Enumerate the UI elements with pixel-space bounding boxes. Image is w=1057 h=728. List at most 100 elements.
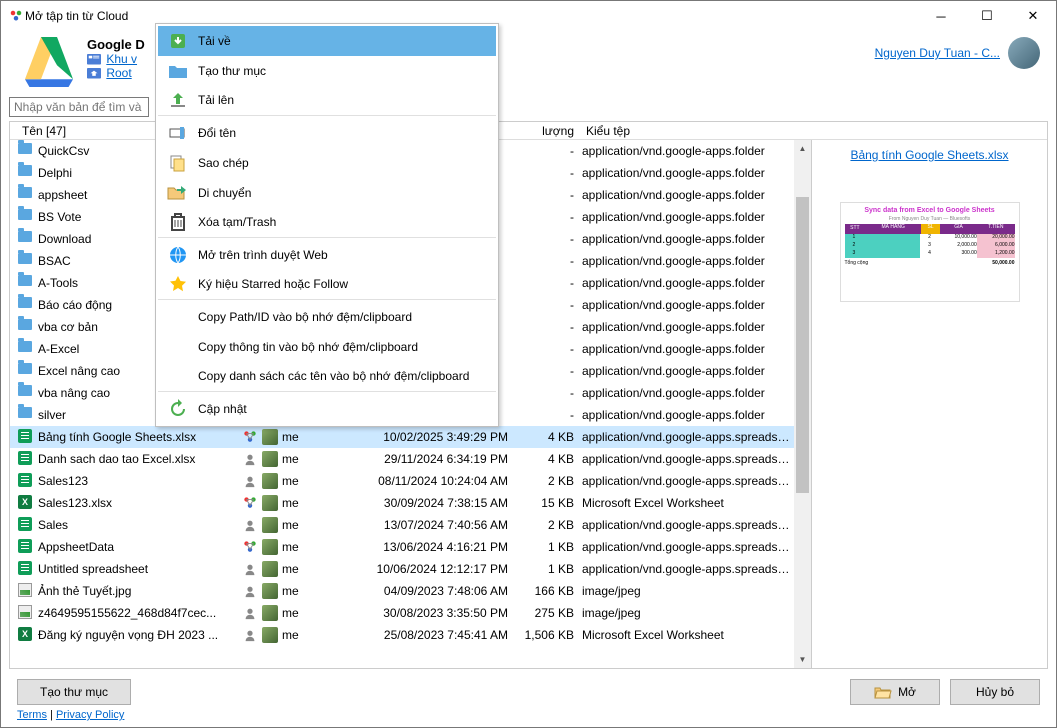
window: Mở tập tin từ Cloud ─ ☐ ✕ Google D Khu v… xyxy=(0,0,1057,728)
file-row[interactable]: z4649595155622_468d84f7cec...me30/08/202… xyxy=(10,602,794,624)
file-owner: me xyxy=(262,495,362,511)
menu-item-label: Copy Path/ID vào bộ nhớ đệm/clipboard xyxy=(198,310,488,324)
open-button-label: Mở xyxy=(898,685,916,699)
context-menu[interactable]: Tải vềTạo thư mục Tải lên Đổi tênSao chép D… xyxy=(155,23,499,427)
file-row[interactable]: Bảng tính Google Sheets.xlsxme10/02/2025… xyxy=(10,426,794,448)
file-name: Đăng ký nguyện vọng ĐH 2023 ... xyxy=(38,628,238,642)
owner-name: me xyxy=(282,496,299,510)
file-modified: 25/08/2023 7:45:41 AM xyxy=(362,628,520,642)
excel-icon: X xyxy=(18,495,34,511)
file-modified: 04/09/2023 7:48:06 AM xyxy=(362,584,520,598)
owner-avatar xyxy=(262,561,278,577)
file-type: application/vnd.google-apps.spreadsheet xyxy=(574,518,794,532)
file-row[interactable]: Salesme13/07/2024 7:40:56 AM2 KBapplicat… xyxy=(10,514,794,536)
root-link[interactable]: Root xyxy=(106,66,131,80)
scroll-thumb[interactable] xyxy=(796,197,809,493)
menu-item-label: Cập nhật xyxy=(198,402,488,416)
minimize-button[interactable]: ─ xyxy=(918,1,964,31)
file-owner: me xyxy=(262,605,362,621)
menu-item-c-p-nh-t[interactable]: Cập nhật xyxy=(158,394,496,424)
col-type[interactable]: Kiểu tệp xyxy=(578,124,1039,138)
folder-open-icon xyxy=(874,685,892,699)
menu-item-label: Di chuyển xyxy=(198,186,488,200)
file-type: application/vnd.google-apps.folder xyxy=(574,210,794,224)
owner-avatar xyxy=(262,451,278,467)
sheet-icon xyxy=(18,517,34,533)
file-name: Untitled spreadsheet xyxy=(38,562,238,576)
privacy-link[interactable]: Privacy Policy xyxy=(56,709,124,721)
file-size: - xyxy=(520,298,574,312)
owner-avatar xyxy=(262,429,278,445)
scrollbar[interactable]: ▲ ▼ xyxy=(794,140,811,668)
sheet-icon xyxy=(18,561,34,577)
menu-item-copy-danh-s-ch-c-c-t[interactable]: Copy danh sách các tên vào bộ nhớ đệm/cl… xyxy=(158,362,496,392)
file-modified: 08/11/2024 10:24:04 AM xyxy=(362,474,520,488)
file-modified: 29/11/2024 6:34:19 PM xyxy=(362,452,520,466)
maximize-button[interactable]: ☐ xyxy=(964,1,1010,31)
file-size: - xyxy=(520,320,574,334)
terms-link[interactable]: Terms xyxy=(17,709,47,721)
menu-item-label: Tải lên xyxy=(198,93,488,107)
menu-item-x-a-t-m-trash[interactable]: Xóa tạm/Trash xyxy=(158,208,496,238)
file-row[interactable]: Ảnh thẻ Tuyết.jpgme04/09/2023 7:48:06 AM… xyxy=(10,580,794,602)
file-row[interactable]: Sales123me08/11/2024 10:24:04 AM2 KBappl… xyxy=(10,470,794,492)
star-icon xyxy=(166,274,190,294)
blank-icon xyxy=(166,337,190,357)
file-size: 4 KB xyxy=(520,430,574,444)
menu-item-t-i-l-n[interactable]: Tải lên xyxy=(158,86,496,116)
scroll-up-button[interactable]: ▲ xyxy=(794,140,811,157)
owner-name: me xyxy=(282,474,299,488)
avatar[interactable] xyxy=(1008,37,1040,69)
file-owner: me xyxy=(262,429,362,445)
col-size[interactable]: lượng xyxy=(524,124,578,138)
file-row[interactable]: XSales123.xlsxme30/09/2024 7:38:15 AM15 … xyxy=(10,492,794,514)
share-icon xyxy=(238,584,262,598)
open-button[interactable]: Mở xyxy=(850,679,940,705)
menu-item-m-tr-n-tr-nh-duy-t-w[interactable]: Mở trên trình duyệt Web xyxy=(158,240,496,270)
share-icon xyxy=(238,496,262,510)
share-icon xyxy=(238,518,262,532)
folder-icon xyxy=(18,385,34,401)
close-button[interactable]: ✕ xyxy=(1010,1,1056,31)
user-link[interactable]: Nguyen Duy Tuan - C... xyxy=(875,46,1000,60)
menu-item-copy-th-ng-tin-v-o-b[interactable]: Copy thông tin vào bộ nhớ đệm/clipboard xyxy=(158,332,496,362)
file-row[interactable]: XĐăng ký nguyện vọng ĐH 2023 ...me25/08/… xyxy=(10,624,794,646)
file-owner: me xyxy=(262,561,362,577)
region-icon xyxy=(87,54,101,66)
file-row[interactable]: Danh sach dao tao Excel.xlsxme29/11/2024… xyxy=(10,448,794,470)
menu-item-label: Copy thông tin vào bộ nhớ đệm/clipboard xyxy=(198,340,488,354)
file-size: - xyxy=(520,386,574,400)
trash-icon xyxy=(166,212,190,232)
blank-icon xyxy=(166,307,190,327)
preview-filename-link[interactable]: Bảng tính Google Sheets.xlsx xyxy=(820,148,1039,162)
owner-avatar xyxy=(262,473,278,489)
folder-new-icon xyxy=(166,61,190,81)
file-size: - xyxy=(520,188,574,202)
file-type: application/vnd.google-apps.folder xyxy=(574,166,794,180)
file-type: application/vnd.google-apps.folder xyxy=(574,254,794,268)
file-type: application/vnd.google-apps.spreadsheet xyxy=(574,430,794,444)
scroll-down-button[interactable]: ▼ xyxy=(794,651,811,668)
menu-item-t-i-v-[interactable]: Tải về xyxy=(158,26,496,56)
menu-item-di-chuy-n[interactable]: Di chuyển xyxy=(158,178,496,208)
menu-item-k-hi-u-starred-ho-c-[interactable]: Ký hiệu Starred hoặc Follow xyxy=(158,270,496,300)
search-input[interactable] xyxy=(9,97,149,117)
menu-item-copy-path-id-v-o-b-n[interactable]: Copy Path/ID vào bộ nhớ đệm/clipboard xyxy=(158,302,496,332)
sheet-icon xyxy=(18,539,34,555)
region-link[interactable]: Khu v xyxy=(106,52,137,66)
upload-icon xyxy=(166,90,190,110)
folder-icon xyxy=(18,143,34,159)
move-icon xyxy=(166,183,190,203)
scroll-track[interactable] xyxy=(794,157,811,651)
owner-avatar xyxy=(262,583,278,599)
menu-item-t-o-th-m-c[interactable]: Tạo thư mục xyxy=(158,56,496,86)
menu-item-sao-ch-p[interactable]: Sao chép xyxy=(158,148,496,178)
file-size: - xyxy=(520,232,574,246)
file-row[interactable]: AppsheetDatame13/06/2024 4:16:21 PM1 KBa… xyxy=(10,536,794,558)
cancel-button[interactable]: Hủy bỏ xyxy=(950,679,1040,705)
owner-name: me xyxy=(282,606,299,620)
file-row[interactable]: Untitled spreadsheetme10/06/2024 12:12:1… xyxy=(10,558,794,580)
menu-item--i-t-n[interactable]: Đổi tên xyxy=(158,118,496,148)
folder-icon xyxy=(18,319,34,335)
create-folder-button[interactable]: Tạo thư mục xyxy=(17,679,131,705)
